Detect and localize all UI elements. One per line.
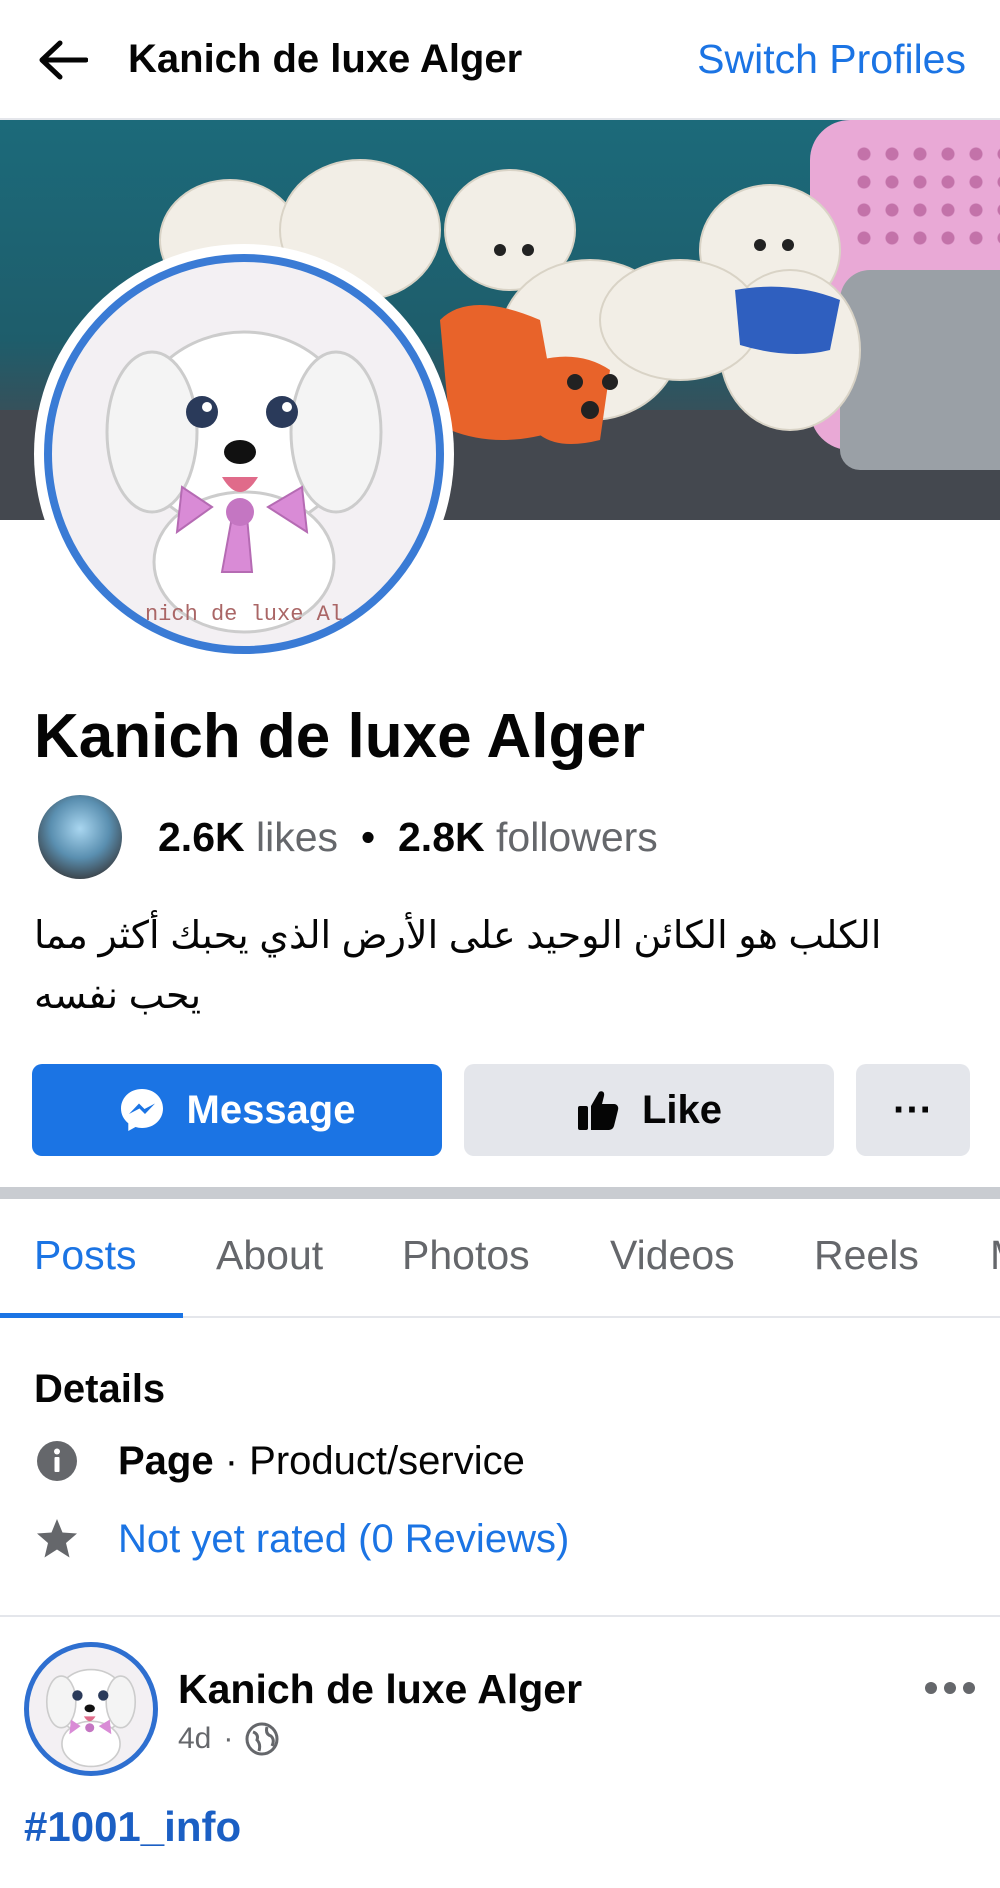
active-tab-indicator (0, 1313, 183, 1318)
like-button[interactable]: Like (464, 1064, 834, 1156)
page-title: Kanich de luxe Alger (34, 702, 645, 771)
page-stats[interactable]: 2.6K likes • 2.8K followers (38, 794, 658, 880)
tab-photos[interactable]: Photos (402, 1228, 530, 1282)
switch-profiles-link[interactable]: Switch Profiles (697, 34, 966, 84)
tab-videos[interactable]: Videos (610, 1228, 735, 1282)
detail-page-category: Page · Product/service (34, 1434, 525, 1488)
post-meta-separator: · (223, 1722, 234, 1755)
message-button-label: Message (186, 1087, 356, 1132)
profile-picture-frame: nich de luxe Al (44, 254, 444, 654)
globe-icon (245, 1722, 279, 1756)
section-divider (0, 1187, 1000, 1199)
top-bar-title: Kanich de luxe Alger (128, 37, 523, 81)
bio-line-1: الكلب هو الكائن الوحيد على الأرض الذي يح… (34, 915, 882, 957)
arrow-left-icon (39, 40, 88, 80)
back-button[interactable] (28, 30, 96, 90)
puppy-logo-illustration (105, 330, 383, 634)
detail-rating[interactable]: Not yet rated (0 Reviews) (34, 1512, 569, 1566)
more-horizontal-icon (925, 1682, 975, 1694)
tab-about[interactable]: About (216, 1228, 323, 1282)
bio-line-2: يحب نفسه (34, 975, 202, 1017)
messenger-icon (119, 1087, 165, 1133)
page-type-separator: · (213, 1438, 250, 1483)
likes-count: 2.6K (158, 813, 245, 860)
top-bar: Kanich de luxe Alger Switch Profiles (0, 0, 1000, 120)
like-button-label: Like (641, 1087, 723, 1132)
details-divider (0, 1615, 1000, 1617)
tab-more-truncated[interactable]: M (990, 1228, 1000, 1282)
info-icon (34, 1438, 80, 1484)
likes-label: likes (256, 813, 339, 860)
profile-picture-watermark: nich de luxe Al (144, 602, 344, 627)
page-category: Product/service (249, 1438, 525, 1483)
post-meta: 4d · (178, 1722, 279, 1756)
page-bio: الكلب هو الكائن الوحيد على الأرض الذي يح… (34, 906, 964, 1026)
followers-count: 2.8K (398, 813, 485, 860)
message-button[interactable]: Message (32, 1064, 442, 1156)
post-options-button[interactable] (920, 1668, 980, 1708)
star-icon (34, 1516, 80, 1562)
page-type-label: Page (118, 1438, 214, 1483)
post-time[interactable]: 4d (178, 1722, 211, 1756)
post-hashtag[interactable]: #1001_info (24, 1800, 241, 1854)
thumbs-up-icon (576, 1088, 620, 1132)
profile-picture[interactable]: nich de luxe Al (34, 244, 454, 664)
rating-link[interactable]: Not yet rated (0 Reviews) (118, 1517, 569, 1562)
details-heading: Details (34, 1367, 166, 1411)
stats-separator: • (360, 813, 376, 860)
followers-label: followers (496, 813, 658, 860)
tab-posts[interactable]: Posts (34, 1228, 137, 1282)
stats-text: 2.6K likes • 2.8K followers (158, 814, 658, 861)
post-author-avatar[interactable] (24, 1642, 158, 1776)
profile-tabs: Posts About Photos Videos Reels M (0, 1200, 1000, 1318)
puppy-logo-thumbnail (45, 1668, 137, 1768)
more-actions-button[interactable]: ··· (856, 1064, 970, 1156)
post-author-name[interactable]: Kanich de luxe Alger (178, 1664, 582, 1714)
tab-reels[interactable]: Reels (814, 1228, 919, 1282)
friend-avatar (38, 795, 122, 879)
more-horizontal-icon: ··· (893, 1087, 933, 1132)
